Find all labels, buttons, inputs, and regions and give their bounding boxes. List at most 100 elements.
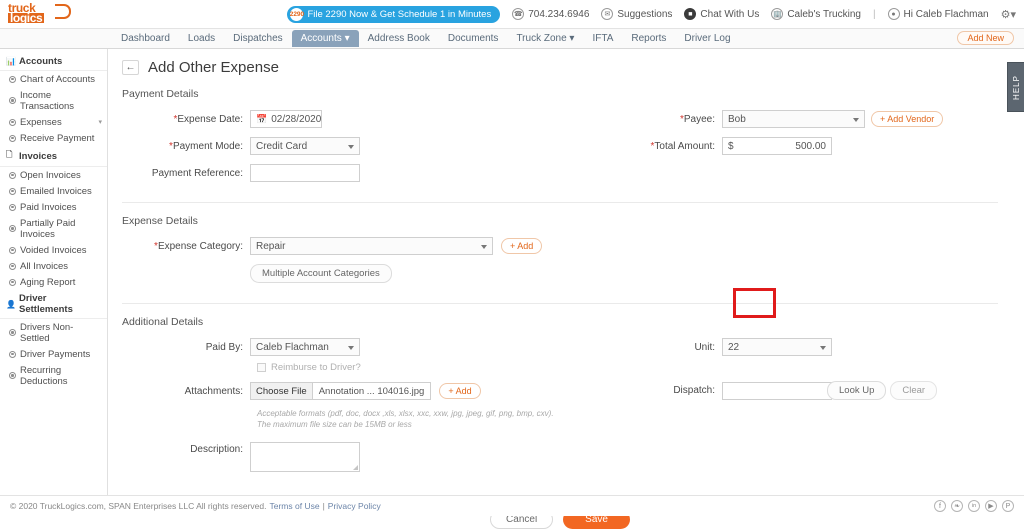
- sidebar-item-open-invoices[interactable]: Open Invoices: [0, 167, 107, 183]
- unit-label: Unit:: [694, 341, 715, 353]
- file-2290-promo-button[interactable]: 2290 File 2290 Now & Get Schedule 1 in M…: [287, 5, 501, 23]
- sidebar-item-drivers-non-settled[interactable]: Drivers Non-Settled: [0, 319, 107, 346]
- envelope-icon: ✉: [601, 8, 614, 20]
- sidebar-item-income-transactions[interactable]: Income Transactions: [0, 87, 107, 114]
- top-link-suggestions[interactable]: ✉ Suggestions: [601, 8, 672, 20]
- unit-select[interactable]: 22: [722, 338, 832, 356]
- sidebar-item-paid-invoices[interactable]: Paid Invoices: [0, 199, 107, 215]
- nav-accounts[interactable]: Accounts ▾: [291, 30, 359, 47]
- page-title: Add Other Expense: [148, 59, 279, 76]
- sidebar-group-accounts[interactable]: 📊 Accounts: [0, 53, 107, 71]
- privacy-policy-link[interactable]: Privacy Policy: [328, 501, 381, 511]
- logo-line-2: logics: [8, 11, 45, 25]
- payment-details-section: Payment Details *Expense Date: 📅 02/28/2…: [122, 88, 998, 203]
- footer-copyright: © 2020 TruckLogics.com, SPAN Enterprises…: [10, 501, 267, 511]
- calendar-icon: 📅: [256, 113, 268, 124]
- look-up-button[interactable]: Look Up: [827, 381, 887, 400]
- sidebar-item-expenses[interactable]: Expenses ▾: [0, 114, 107, 130]
- paid-by-select[interactable]: Caleb Flachman: [250, 338, 360, 356]
- youtube-icon[interactable]: ▶: [985, 500, 997, 512]
- sidebar-item-partially-paid-invoices[interactable]: Partially Paid Invoices: [0, 215, 107, 242]
- nav-dashboard[interactable]: Dashboard: [112, 30, 179, 47]
- payment-reference-input[interactable]: [250, 164, 360, 182]
- bullet-icon: [9, 118, 16, 126]
- sidebar-item-aging-report[interactable]: Aging Report: [0, 274, 107, 290]
- sidebar-item-recurring-deductions[interactable]: Recurring Deductions: [0, 362, 107, 389]
- nav-truck-zone[interactable]: Truck Zone ▾: [507, 30, 583, 47]
- add-new-button[interactable]: Add New: [957, 31, 1014, 45]
- sidebar-item-label: Chart of Accounts: [20, 73, 95, 85]
- dispatch-input[interactable]: [722, 381, 832, 400]
- sidebar-item-emailed-invoices[interactable]: Emailed Invoices: [0, 183, 107, 199]
- sidebar-group-invoices[interactable]: 🗋 Invoices: [0, 146, 107, 167]
- sidebar-item-chart-of-accounts[interactable]: Chart of Accounts: [0, 71, 107, 87]
- bullet-icon: [9, 329, 16, 336]
- body-wrapper: 📊 Accounts Chart of Accounts Income Tran…: [0, 49, 1024, 529]
- top-link-company[interactable]: 🏢 Caleb's Trucking: [771, 8, 861, 20]
- nav-loads[interactable]: Loads: [179, 30, 224, 47]
- pinterest-icon[interactable]: P: [1002, 500, 1014, 512]
- total-amount-input[interactable]: $ 500.00: [722, 137, 832, 155]
- app-logo[interactable]: truck logics: [0, 2, 98, 25]
- chevron-down-icon[interactable]: ▾: [1010, 8, 1016, 21]
- footer: © 2020 TruckLogics.com, SPAN Enterprises…: [0, 495, 1024, 516]
- nav-documents[interactable]: Documents: [439, 30, 508, 47]
- sidebar-group-driver-settlements[interactable]: 👤 Driver Settlements: [0, 290, 107, 319]
- bullet-icon: [9, 262, 16, 270]
- multiple-account-categories-button[interactable]: Multiple Account Categories: [250, 264, 392, 283]
- nav-driver-log[interactable]: Driver Log: [675, 30, 739, 47]
- payee-select[interactable]: Bob: [722, 110, 865, 128]
- facebook-icon[interactable]: f: [934, 500, 946, 512]
- nav-reports[interactable]: Reports: [622, 30, 675, 47]
- gear-icon[interactable]: ⚙: [1001, 8, 1011, 21]
- phone-icon: ☎: [512, 8, 525, 20]
- description-textarea[interactable]: [250, 441, 360, 472]
- add-vendor-button[interactable]: + Add Vendor: [871, 111, 944, 127]
- twitter-icon[interactable]: ❧: [951, 500, 963, 512]
- payment-mode-select[interactable]: Credit Card: [250, 137, 360, 155]
- expense-category-select[interactable]: Repair: [250, 237, 493, 255]
- payment-reference-row: Payment Reference:: [122, 164, 560, 182]
- sidebar-item-all-invoices[interactable]: All Invoices: [0, 258, 107, 274]
- choose-file-button[interactable]: Choose File: [251, 383, 313, 399]
- bullet-icon: [9, 278, 16, 286]
- add-attachment-button[interactable]: + Add: [439, 383, 481, 399]
- reimburse-checkbox[interactable]: [257, 363, 266, 372]
- top-link-suggestions-label: Suggestions: [617, 8, 673, 20]
- top-link-phone[interactable]: ☎ 704.234.6946: [512, 8, 589, 20]
- nav-ifta[interactable]: IFTA: [583, 30, 622, 47]
- top-link-user[interactable]: ● Hi Caleb Flachman: [887, 8, 989, 20]
- multiple-categories-row: Multiple Account Categories: [122, 264, 998, 283]
- clear-button[interactable]: Clear: [890, 381, 938, 400]
- add-expense-category-button[interactable]: + Add: [501, 238, 543, 254]
- payment-mode-value: Credit Card: [256, 140, 308, 152]
- attachment-file-input[interactable]: Choose File Annotation ... 104016.jpg: [250, 382, 432, 400]
- bullet-icon: [9, 171, 16, 179]
- expense-date-input[interactable]: 📅 02/28/2020: [250, 110, 322, 128]
- nav-address-book[interactable]: Address Book: [359, 30, 439, 47]
- paid-by-value: Caleb Flachman: [256, 341, 329, 353]
- bar-chart-icon: 📊: [6, 57, 16, 66]
- total-amount-row: *Total Amount: $ 500.00: [582, 137, 998, 155]
- sidebar-item-driver-payments[interactable]: Driver Payments: [0, 346, 107, 362]
- bullet-icon: [9, 246, 16, 254]
- payment-details-title: Payment Details: [122, 88, 199, 100]
- sidebar-item-voided-invoices[interactable]: Voided Invoices: [0, 242, 107, 258]
- bullet-icon: [9, 225, 16, 232]
- help-tab[interactable]: HELP: [1007, 62, 1024, 112]
- description-row: Description:: [122, 441, 560, 472]
- nav-dispatches[interactable]: Dispatches: [224, 30, 291, 47]
- logo-mark: truck logics: [8, 2, 71, 25]
- payment-reference-label: Payment Reference:: [151, 167, 243, 179]
- unit-row: Unit: 22: [582, 338, 998, 356]
- expense-category-label-text: Expense Category:: [157, 240, 243, 252]
- sidebar-item-receive-payment[interactable]: Receive Payment: [0, 130, 107, 146]
- top-link-chat[interactable]: ■ Chat With Us: [684, 8, 759, 20]
- chevron-down-icon: ▾: [569, 33, 575, 44]
- terms-of-use-link[interactable]: Terms of Use: [270, 501, 320, 511]
- back-button[interactable]: ←: [122, 60, 139, 75]
- payment-mode-label: *Payment Mode:: [122, 141, 250, 152]
- payee-label-text: Payee:: [683, 113, 715, 125]
- linkedin-icon[interactable]: in: [968, 500, 980, 512]
- payment-mode-label-text: Payment Mode:: [172, 140, 243, 152]
